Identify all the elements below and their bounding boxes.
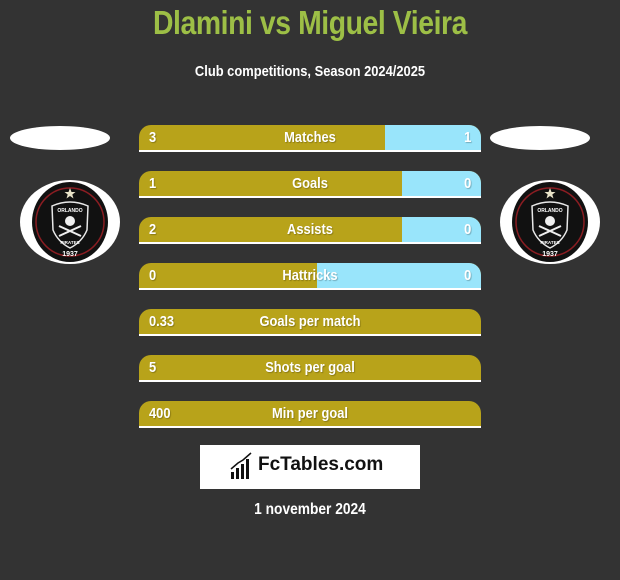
orlando-pirates-crest-icon: ORLANDO PIRATES 1937: [32, 182, 108, 262]
svg-text:ORLANDO: ORLANDO: [537, 208, 562, 214]
bar-chart-icon: [230, 452, 252, 479]
stat-label: Hattricks: [282, 267, 338, 284]
left-team-badge[interactable]: ORLANDO PIRATES 1937: [20, 180, 120, 264]
page-title: Dlamini vs Miguel Vieira: [152, 4, 468, 41]
left-value: 3: [149, 129, 157, 146]
stat-label: Shots per goal: [265, 359, 355, 376]
stat-row-shots-per-goal[interactable]: 5 Shots per goal: [139, 355, 481, 382]
left-value: 2: [149, 221, 157, 238]
stat-row-min-per-goal[interactable]: 400 Min per goal: [139, 401, 481, 428]
right-value: 0: [463, 221, 471, 238]
competition-subtitle: Club competitions, Season 2024/2025: [194, 63, 426, 80]
stat-row-matches[interactable]: 3 Matches 1: [139, 125, 481, 152]
svg-text:PIRATES: PIRATES: [60, 240, 79, 245]
stat-label: Assists: [287, 221, 333, 238]
right-value: 0: [463, 267, 471, 284]
stat-label: Goals: [292, 175, 328, 192]
orlando-pirates-crest-icon: ORLANDO PIRATES 1937: [512, 182, 588, 262]
right-value: 0: [463, 175, 471, 192]
stat-row-goals-per-match[interactable]: 0.33 Goals per match: [139, 309, 481, 336]
svg-text:1937: 1937: [542, 251, 558, 258]
report-date: 1 november 2024: [254, 501, 366, 518]
logo-text: FcTables.com: [258, 454, 384, 475]
stat-row-goals[interactable]: 1 Goals 0: [139, 171, 481, 198]
svg-text:ORLANDO: ORLANDO: [57, 208, 82, 214]
left-player-name-placeholder: [10, 126, 110, 150]
svg-text:PIRATES: PIRATES: [540, 240, 559, 245]
right-team-badge[interactable]: ORLANDO PIRATES 1937: [500, 180, 600, 264]
svg-text:1937: 1937: [62, 251, 78, 258]
left-value: 5: [149, 359, 157, 376]
right-value: 1: [463, 129, 471, 146]
left-value: 1: [149, 175, 157, 192]
stat-row-hattricks[interactable]: 0 Hattricks 0: [139, 263, 481, 290]
stat-label: Min per goal: [272, 405, 348, 422]
left-value: 0: [149, 267, 157, 284]
right-player-name-placeholder: [490, 126, 590, 150]
fctables-logo[interactable]: FcTables.com: [200, 445, 420, 489]
stat-label: Goals per match: [259, 313, 361, 330]
stat-label: Matches: [284, 129, 336, 146]
stat-row-assists[interactable]: 2 Assists 0: [139, 217, 481, 244]
